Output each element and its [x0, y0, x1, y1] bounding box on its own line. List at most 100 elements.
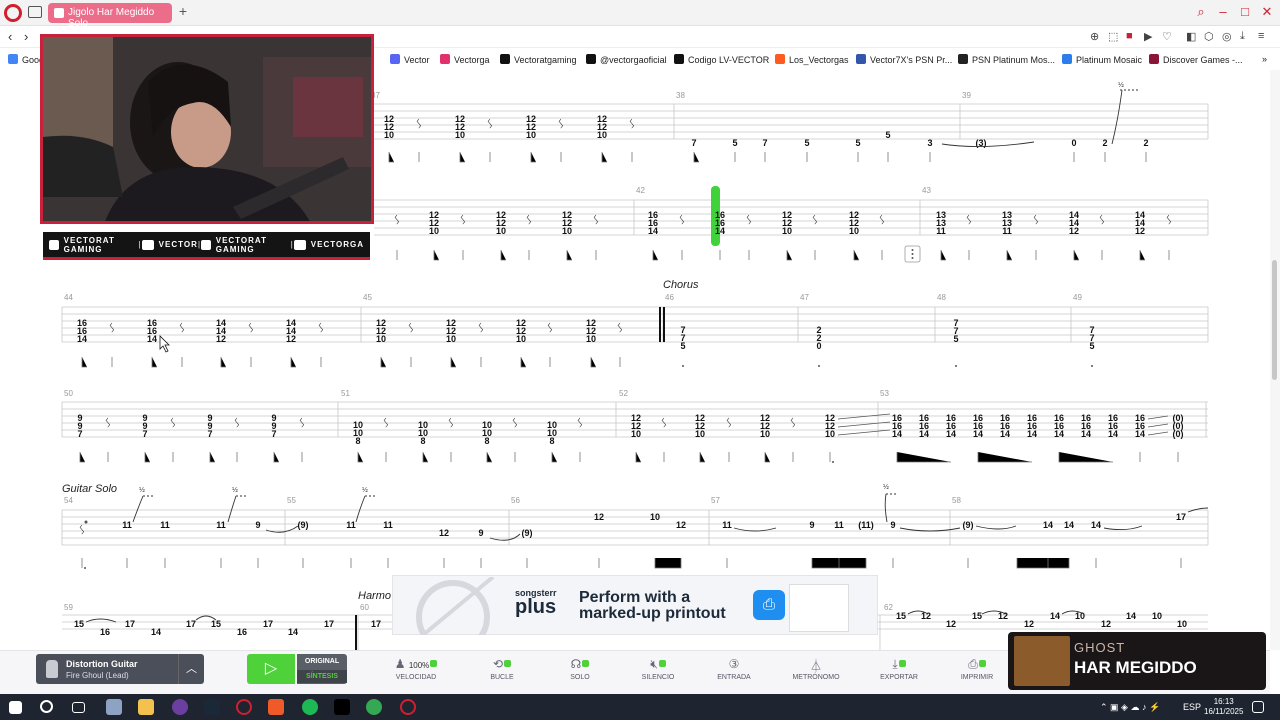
lock-icon — [430, 660, 438, 667]
mute-button[interactable]: 🔇︎ SILENCIO — [626, 657, 690, 681]
cube-icon[interactable]: ⬡ — [1204, 30, 1214, 43]
chevron-up-icon[interactable]: ︿ — [178, 654, 204, 684]
workspace-icon[interactable] — [28, 6, 42, 18]
obs-icon[interactable] — [334, 699, 350, 715]
tab-active[interactable]: Jigolo Har Megiddo Solo — [48, 3, 172, 29]
steam-icon[interactable] — [204, 699, 220, 715]
bookmarks-overflow-icon[interactable]: » — [1262, 54, 1267, 64]
bookmark-item[interactable]: Vectoratgaming — [500, 54, 577, 65]
svg-text:ᛊ: ᛊ — [576, 416, 583, 430]
folder-icon[interactable] — [138, 699, 154, 715]
svg-text:14: 14 — [1000, 429, 1010, 439]
mode-original[interactable]: ORIGINAL — [297, 654, 347, 665]
svg-text:10: 10 — [446, 334, 456, 344]
songsterr-plus-ad[interactable]: songsterr plus Perform with a marked-up … — [392, 575, 878, 635]
band-name: GHOST — [1074, 640, 1126, 655]
chrome-icon[interactable] — [366, 699, 382, 715]
heart-icon[interactable]: ♡ — [1162, 30, 1172, 43]
svg-text:ᛊ: ᛊ — [407, 321, 414, 335]
svg-text:10: 10 — [631, 429, 641, 439]
instrument-selector[interactable]: Distortion Guitar Fire Ghoul (Lead) ︿ — [36, 654, 204, 684]
metronome-button[interactable]: ⏃ METRÓNOMO — [784, 657, 848, 681]
forward-icon[interactable]: › — [24, 29, 28, 44]
count-in-button[interactable]: ③ ENTRADA — [702, 657, 766, 681]
songsterr-favicon-icon — [54, 8, 64, 18]
windows-start-icon[interactable] — [9, 701, 22, 714]
pin-icon[interactable]: ⊕ — [1090, 30, 1099, 43]
ad-headline-1: Perform with a — [579, 589, 691, 606]
clock[interactable]: 16:13 16/11/2025 — [1204, 697, 1243, 717]
profile-icon[interactable]: ◎ — [1222, 30, 1232, 43]
menu-icon[interactable]: ≡ — [1258, 30, 1264, 42]
new-tab-icon[interactable]: + — [176, 4, 190, 19]
svg-text:0: 0 — [816, 341, 821, 351]
svg-text:11: 11 — [722, 520, 732, 530]
bookmark-favicon-icon — [500, 54, 510, 64]
lock-icon — [978, 660, 986, 667]
page-scrollbar[interactable] — [1270, 70, 1280, 650]
bookmark-item[interactable]: Los_Vectorgas — [775, 54, 849, 65]
shield-icon[interactable]: ■ — [1126, 30, 1133, 42]
bookmark-item[interactable]: @vectorgaoficial — [586, 54, 667, 65]
bookmark-item[interactable]: PSN Platinum Mos... — [958, 54, 1055, 65]
opera-logo-icon[interactable] — [4, 4, 22, 22]
mode-synthesis[interactable]: SÍNTESIS — [297, 670, 347, 683]
svg-text:12: 12 — [946, 619, 956, 629]
svg-text:12: 12 — [1135, 226, 1145, 236]
svg-text:2: 2 — [1143, 138, 1148, 148]
svg-text:9: 9 — [478, 528, 483, 538]
print-button[interactable]: ⎙ IMPRIMIR — [945, 657, 1009, 681]
svg-text:5: 5 — [885, 130, 890, 140]
bookmark-item[interactable]: Codigo LV-VECTOR — [674, 54, 769, 65]
play-icon[interactable]: ▶ — [1144, 30, 1152, 43]
download-icon[interactable]: ⤓ — [1240, 30, 1245, 43]
language-indicator[interactable]: ESP — [1183, 702, 1201, 712]
notifications-icon[interactable] — [1252, 701, 1264, 713]
opera-gx-icon[interactable] — [236, 699, 252, 715]
tray-icons[interactable]: ⌃ ▣ ◈ ☁ ♪ ⚡ — [1100, 702, 1160, 713]
task-view-icon[interactable] — [72, 702, 85, 713]
youtube-social: VECTORAT GAMING — [49, 236, 138, 254]
bookmark-item[interactable]: Platinum Mosaic — [1062, 54, 1142, 65]
minimize-icon[interactable]: – — [1216, 4, 1230, 20]
files-icon[interactable] — [106, 699, 122, 715]
svg-text:17: 17 — [125, 619, 135, 629]
bookmark-item[interactable]: Discover Games -... — [1149, 54, 1243, 65]
bookmark-favicon-icon — [1149, 54, 1159, 64]
bookmark-item[interactable]: Vector — [390, 54, 430, 65]
section-label-guitar-solo: Guitar Solo — [62, 483, 117, 495]
svg-text:14: 14 — [1043, 520, 1053, 530]
spotify-icon[interactable] — [302, 699, 318, 715]
bookmark-item[interactable]: Goog — [8, 54, 44, 65]
brave-icon[interactable] — [268, 699, 284, 715]
speed-button[interactable]: ♟ 100% VELOCIDAD — [384, 657, 448, 681]
svg-text:ᛊ: ᛊ — [178, 321, 185, 335]
close-icon[interactable]: ✕ — [1260, 4, 1274, 20]
search-icon[interactable] — [40, 700, 53, 713]
printer-icon: ⎙ — [968, 657, 978, 671]
search-icon[interactable]: ⌕ — [1194, 4, 1208, 20]
svg-text:ᛊ: ᛊ — [592, 213, 599, 227]
loop-button[interactable]: ⟲ BUCLE — [470, 657, 534, 681]
svg-text:7: 7 — [77, 429, 82, 439]
maximize-icon[interactable]: □ — [1238, 4, 1252, 20]
back-icon[interactable]: ‹ — [8, 29, 12, 44]
bookmark-item[interactable]: Vectorga — [440, 54, 490, 65]
svg-text:14: 14 — [288, 627, 298, 637]
export-button[interactable]: ⤓ EXPORTAR — [867, 657, 931, 681]
solo-button[interactable]: ☊ SOLO — [548, 657, 612, 681]
svg-text:11: 11 — [122, 520, 132, 530]
discord-icon[interactable] — [172, 699, 188, 715]
play-button[interactable]: ▷ — [247, 654, 295, 684]
print-icon[interactable]: ⎙ — [753, 590, 785, 620]
opera-icon[interactable] — [400, 699, 416, 715]
svg-text:ᛊ: ᛊ — [233, 416, 240, 430]
svg-text:ᛊ: ᛊ — [965, 213, 972, 227]
scrollbar-thumb[interactable] — [1272, 260, 1277, 380]
extension-icon[interactable]: ◧ — [1186, 30, 1196, 43]
now-playing-overlay: GHOST HAR MEGIDDO — [1008, 632, 1266, 690]
screenshot-icon[interactable]: ⬚ — [1108, 30, 1118, 43]
bookmark-item[interactable]: Vector7X's PSN Pr... — [856, 54, 952, 65]
svg-text:5: 5 — [953, 334, 958, 344]
audio-mode-toggle[interactable]: ORIGINAL SÍNTESIS — [297, 654, 347, 684]
